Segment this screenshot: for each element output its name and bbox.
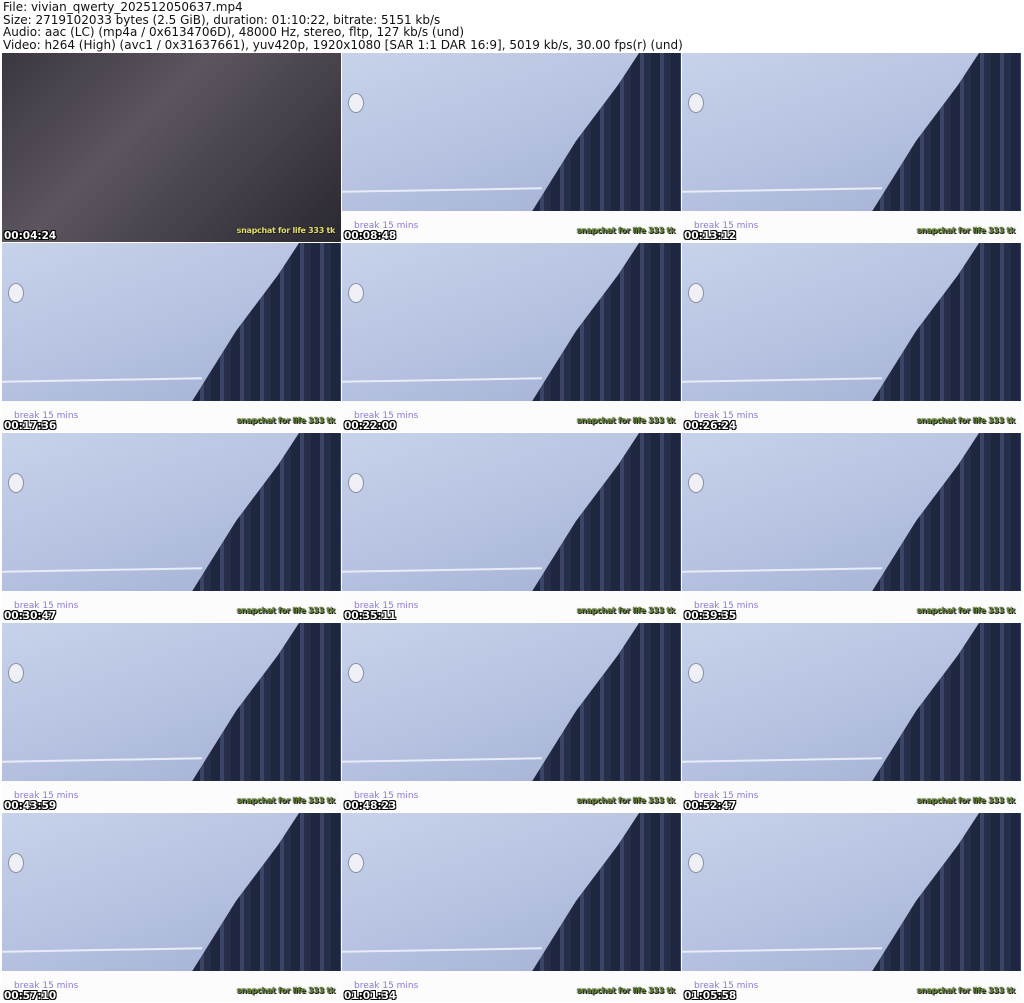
- wall-edge: [342, 947, 543, 953]
- wall-edge: [682, 757, 883, 763]
- video-thumbnail[interactable]: break 15 mins snapchat for life 333 tk 00:…: [2, 243, 341, 432]
- wall-edge: [342, 757, 543, 763]
- snap-overlay-text: snapchat for life 333 tk: [576, 796, 676, 805]
- thumbnail-timestamp: 01:01:34: [344, 990, 397, 1002]
- curtain: [531, 433, 681, 593]
- snap-overlay-text: snapchat for life 333 tk: [236, 606, 336, 615]
- snap-overlay-text: snapchat for life 333 tk: [916, 796, 1016, 805]
- wall-lamp: [688, 473, 704, 493]
- wall-edge: [342, 187, 543, 193]
- video-thumbnail[interactable]: break 15 mins snapchat for life 333 tk 00:…: [342, 623, 681, 812]
- curtain: [191, 243, 341, 403]
- video-thumbnail[interactable]: snapchat for life 333 tk 00:04:24: [2, 53, 341, 242]
- snap-overlay-text: snapchat for life 333 tk: [576, 986, 676, 995]
- curtain: [871, 243, 1021, 403]
- snap-overlay-text: snapchat for life 333 tk: [576, 416, 676, 425]
- curtain: [191, 813, 341, 973]
- snap-overlay-text: snapchat for life 333 tk: [236, 226, 336, 235]
- wall-lamp: [688, 663, 704, 683]
- video-thumbnail[interactable]: break 15 mins snapchat for life 333 tk 00:…: [2, 623, 341, 812]
- thumbnail-timestamp: 01:05:58: [684, 990, 737, 1002]
- wall-lamp: [348, 93, 364, 113]
- wall-edge: [682, 947, 883, 953]
- thumbnail-timestamp: 00:22:00: [344, 420, 397, 432]
- snap-overlay-text: snapchat for life 333 tk: [916, 416, 1016, 425]
- snap-overlay-text: snapchat for life 333 tk: [576, 226, 676, 235]
- wall-lamp: [8, 663, 24, 683]
- wall-edge: [342, 567, 543, 573]
- snap-overlay-text: snapchat for life 333 tk: [236, 796, 336, 805]
- thumbnail-timestamp: 00:57:10: [4, 990, 57, 1002]
- snap-overlay-text: snapchat for life 333 tk: [236, 416, 336, 425]
- video-thumbnail[interactable]: break 15 mins snapchat for life 333 tk 00:…: [682, 243, 1021, 432]
- video-info: Video: h264 (High) (avc1 / 0x31637661), …: [3, 37, 683, 52]
- snap-overlay-text: snapchat for life 333 tk: [236, 986, 336, 995]
- curtain: [871, 53, 1021, 213]
- thumbnail-timestamp: 00:39:35: [684, 610, 737, 622]
- file-info-header: File: vivian_qwerty_202512050637.mp4 Size…: [3, 1, 683, 51]
- wall-edge: [2, 757, 203, 763]
- snap-overlay-text: snapchat for life 333 tk: [916, 986, 1016, 995]
- video-thumbnail[interactable]: break 15 mins snapchat for life 333 tk 00:…: [2, 433, 341, 622]
- wall-lamp: [348, 283, 364, 303]
- video-thumbnail[interactable]: break 15 mins snapchat for life 333 tk 00:…: [682, 53, 1021, 242]
- wall-edge: [682, 567, 883, 573]
- video-thumbnail[interactable]: break 15 mins snapchat for life 333 tk 01:…: [342, 813, 681, 1002]
- video-thumbnail[interactable]: break 15 mins snapchat for life 333 tk 00:…: [342, 243, 681, 432]
- audio-info: Audio: aac (LC) (mp4a / 0x6134706D), 480…: [3, 25, 465, 39]
- wall-edge: [342, 377, 543, 383]
- curtain: [871, 433, 1021, 593]
- wall-lamp: [688, 93, 704, 113]
- curtain: [531, 623, 681, 783]
- thumbnail-timestamp: 00:35:11: [344, 610, 397, 622]
- wall-lamp: [8, 853, 24, 873]
- thumbnail-timestamp: 00:04:24: [4, 230, 57, 242]
- snap-overlay-text: snapchat for life 333 tk: [916, 606, 1016, 615]
- curtain: [531, 53, 681, 213]
- thumbnail-timestamp: 00:13:12: [684, 230, 737, 242]
- wall-lamp: [688, 853, 704, 873]
- video-thumbnail[interactable]: break 15 mins snapchat for life 333 tk 00:…: [342, 53, 681, 242]
- thumbnail-timestamp: 00:52:47: [684, 800, 737, 812]
- wall-lamp: [8, 473, 24, 493]
- video-thumbnail[interactable]: break 15 mins snapchat for life 333 tk 01:…: [682, 813, 1021, 1002]
- curtain: [871, 813, 1021, 973]
- curtain: [531, 813, 681, 973]
- snap-overlay-text: snapchat for life 333 tk: [576, 606, 676, 615]
- wall-edge: [2, 567, 203, 573]
- wall-edge: [682, 187, 883, 193]
- curtain: [871, 623, 1021, 783]
- thumbnail-timestamp: 00:43:59: [4, 800, 57, 812]
- curtain: [191, 623, 341, 783]
- thumbnail-timestamp: 00:08:48: [344, 230, 397, 242]
- wall-lamp: [8, 283, 24, 303]
- thumbnail-timestamp: 00:48:23: [344, 800, 397, 812]
- wall-lamp: [348, 853, 364, 873]
- snap-overlay-text: snapchat for life 333 tk: [916, 226, 1016, 235]
- curtain: [191, 433, 341, 593]
- wall-lamp: [688, 283, 704, 303]
- thumbnail-timestamp: 00:17:36: [4, 420, 57, 432]
- curtain: [531, 243, 681, 403]
- wall-edge: [2, 947, 203, 953]
- thumbnail-grid: snapchat for life 333 tk 00:04:24 break 15…: [2, 53, 1021, 1002]
- video-thumbnail[interactable]: break 15 mins snapchat for life 333 tk 00:…: [342, 433, 681, 622]
- wall-edge: [682, 377, 883, 383]
- thumbnail-timestamp: 00:26:24: [684, 420, 737, 432]
- file-name: File: vivian_qwerty_202512050637.mp4: [3, 0, 243, 14]
- video-thumbnail[interactable]: break 15 mins snapchat for life 333 tk 00:…: [682, 623, 1021, 812]
- wall-lamp: [348, 473, 364, 493]
- wall-edge: [2, 377, 203, 383]
- wall-lamp: [348, 663, 364, 683]
- video-thumbnail[interactable]: break 15 mins snapchat for life 333 tk 00:…: [2, 813, 341, 1002]
- video-thumbnail[interactable]: break 15 mins snapchat for life 333 tk 00:…: [682, 433, 1021, 622]
- thumbnail-timestamp: 00:30:47: [4, 610, 57, 622]
